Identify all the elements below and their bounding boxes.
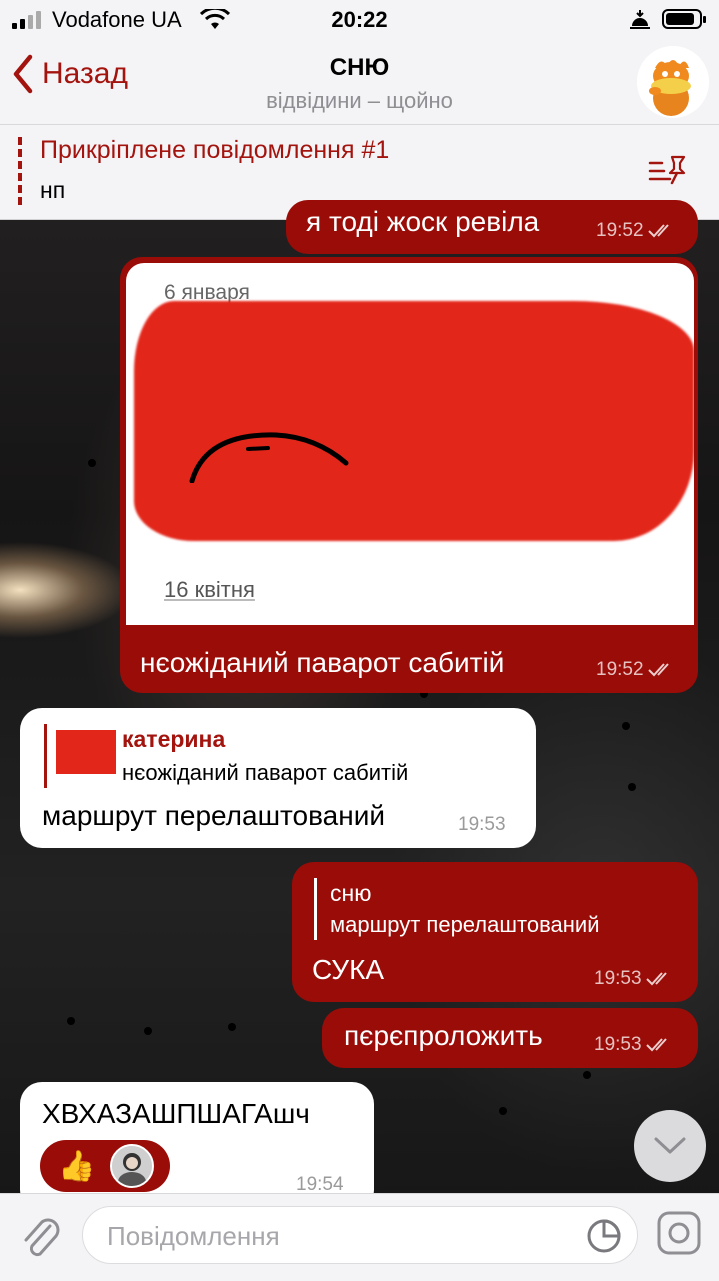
- message-text: маршрут перелаштований: [42, 800, 385, 831]
- last-seen-status: відвідини – щойно: [266, 88, 453, 113]
- message-text: ХВХАЗАШПШАГАшч: [42, 1098, 310, 1129]
- wallpaper-dot: [499, 1107, 507, 1115]
- wallpaper-dot: [628, 783, 636, 791]
- reply-text: маршрут перелаштований: [330, 912, 600, 937]
- reaction-chip[interactable]: 👍: [40, 1140, 170, 1192]
- message-input-placeholder: Повідомлення: [107, 1221, 280, 1251]
- message-outgoing[interactable]: сню маршрут перелаштований СУКА 19:53: [292, 862, 698, 1002]
- lorax-avatar-image: [637, 46, 709, 118]
- message-text: СУКА: [312, 954, 385, 985]
- message-input-bar: Повідомлення: [0, 1193, 719, 1281]
- read-checkmarks-icon: [647, 224, 669, 238]
- image-date-bottom: 16 квітня: [164, 577, 255, 602]
- message-time: 19:52: [596, 220, 674, 242]
- reply-text: нєожіданий паварот сабитій: [122, 760, 409, 785]
- read-checkmarks-icon: [647, 663, 669, 677]
- reply-thumbnail: [56, 730, 116, 774]
- chevron-down-icon: [654, 1137, 686, 1154]
- message-time: 19:52: [596, 659, 674, 681]
- message-outgoing[interactable]: пєрєпроложить 19:53: [322, 1008, 698, 1068]
- pinned-list-icon[interactable]: [648, 153, 688, 187]
- message-text: пєрєпроложить: [344, 1020, 543, 1051]
- sticker-icon[interactable]: [586, 1218, 622, 1254]
- chat-title[interactable]: СНЮ: [0, 54, 719, 82]
- reply-indicator: [314, 878, 317, 940]
- message-text: я тоді жоск ревіла: [306, 206, 540, 237]
- read-checkmarks-icon: [645, 972, 667, 986]
- redaction-scribble: [134, 301, 694, 541]
- thumbs-up-icon: 👍: [58, 1150, 96, 1183]
- wallpaper-dot: [622, 722, 630, 730]
- chat-header: Назад СНЮ відвідини – щойно: [0, 40, 719, 125]
- wallpaper-dot: [67, 1017, 75, 1025]
- sad-mouth-doodle: [189, 432, 349, 483]
- message-outgoing-image[interactable]: 6 января 16 квітня нєожіданий паварот са…: [120, 257, 698, 693]
- reply-author: катерина: [122, 726, 226, 752]
- screenshot-image[interactable]: 6 января 16 квітня: [126, 263, 694, 625]
- message-time: 19:53: [594, 968, 672, 990]
- reactor-avatar: [110, 1144, 154, 1188]
- pinned-title: Прикріплене повідомлення #1: [40, 136, 390, 164]
- reply-author: сню: [330, 880, 372, 906]
- message-outgoing[interactable]: я тоді жоск ревіла 19:52: [286, 200, 698, 254]
- status-bar: Vodafone UA 20:22: [0, 0, 719, 40]
- message-time: 19:53: [458, 814, 506, 835]
- reply-indicator: [44, 724, 47, 788]
- wallpaper-dot: [144, 1027, 152, 1035]
- message-time: 19:53: [594, 1034, 672, 1056]
- wallpaper-dot: [88, 459, 96, 467]
- clock: 20:22: [331, 7, 388, 32]
- wallpaper-dot: [228, 1023, 236, 1031]
- night-mode-icon: [630, 10, 650, 29]
- read-checkmarks-icon: [645, 1038, 667, 1052]
- chat-avatar[interactable]: [637, 46, 709, 118]
- message-text: нєожіданий паварот сабитій: [140, 647, 505, 678]
- scroll-to-bottom-button[interactable]: [634, 1110, 706, 1182]
- paperclip-icon[interactable]: [18, 1212, 62, 1262]
- battery-icon: [662, 9, 706, 29]
- pinned-indicator: [18, 137, 26, 205]
- message-incoming[interactable]: катерина нєожіданий паварот сабитій марш…: [20, 708, 536, 848]
- wallpaper-dot: [583, 1071, 591, 1079]
- message-input[interactable]: Повідомлення: [82, 1206, 638, 1264]
- pinned-text: нп: [40, 177, 66, 203]
- camera-icon[interactable]: [656, 1210, 702, 1256]
